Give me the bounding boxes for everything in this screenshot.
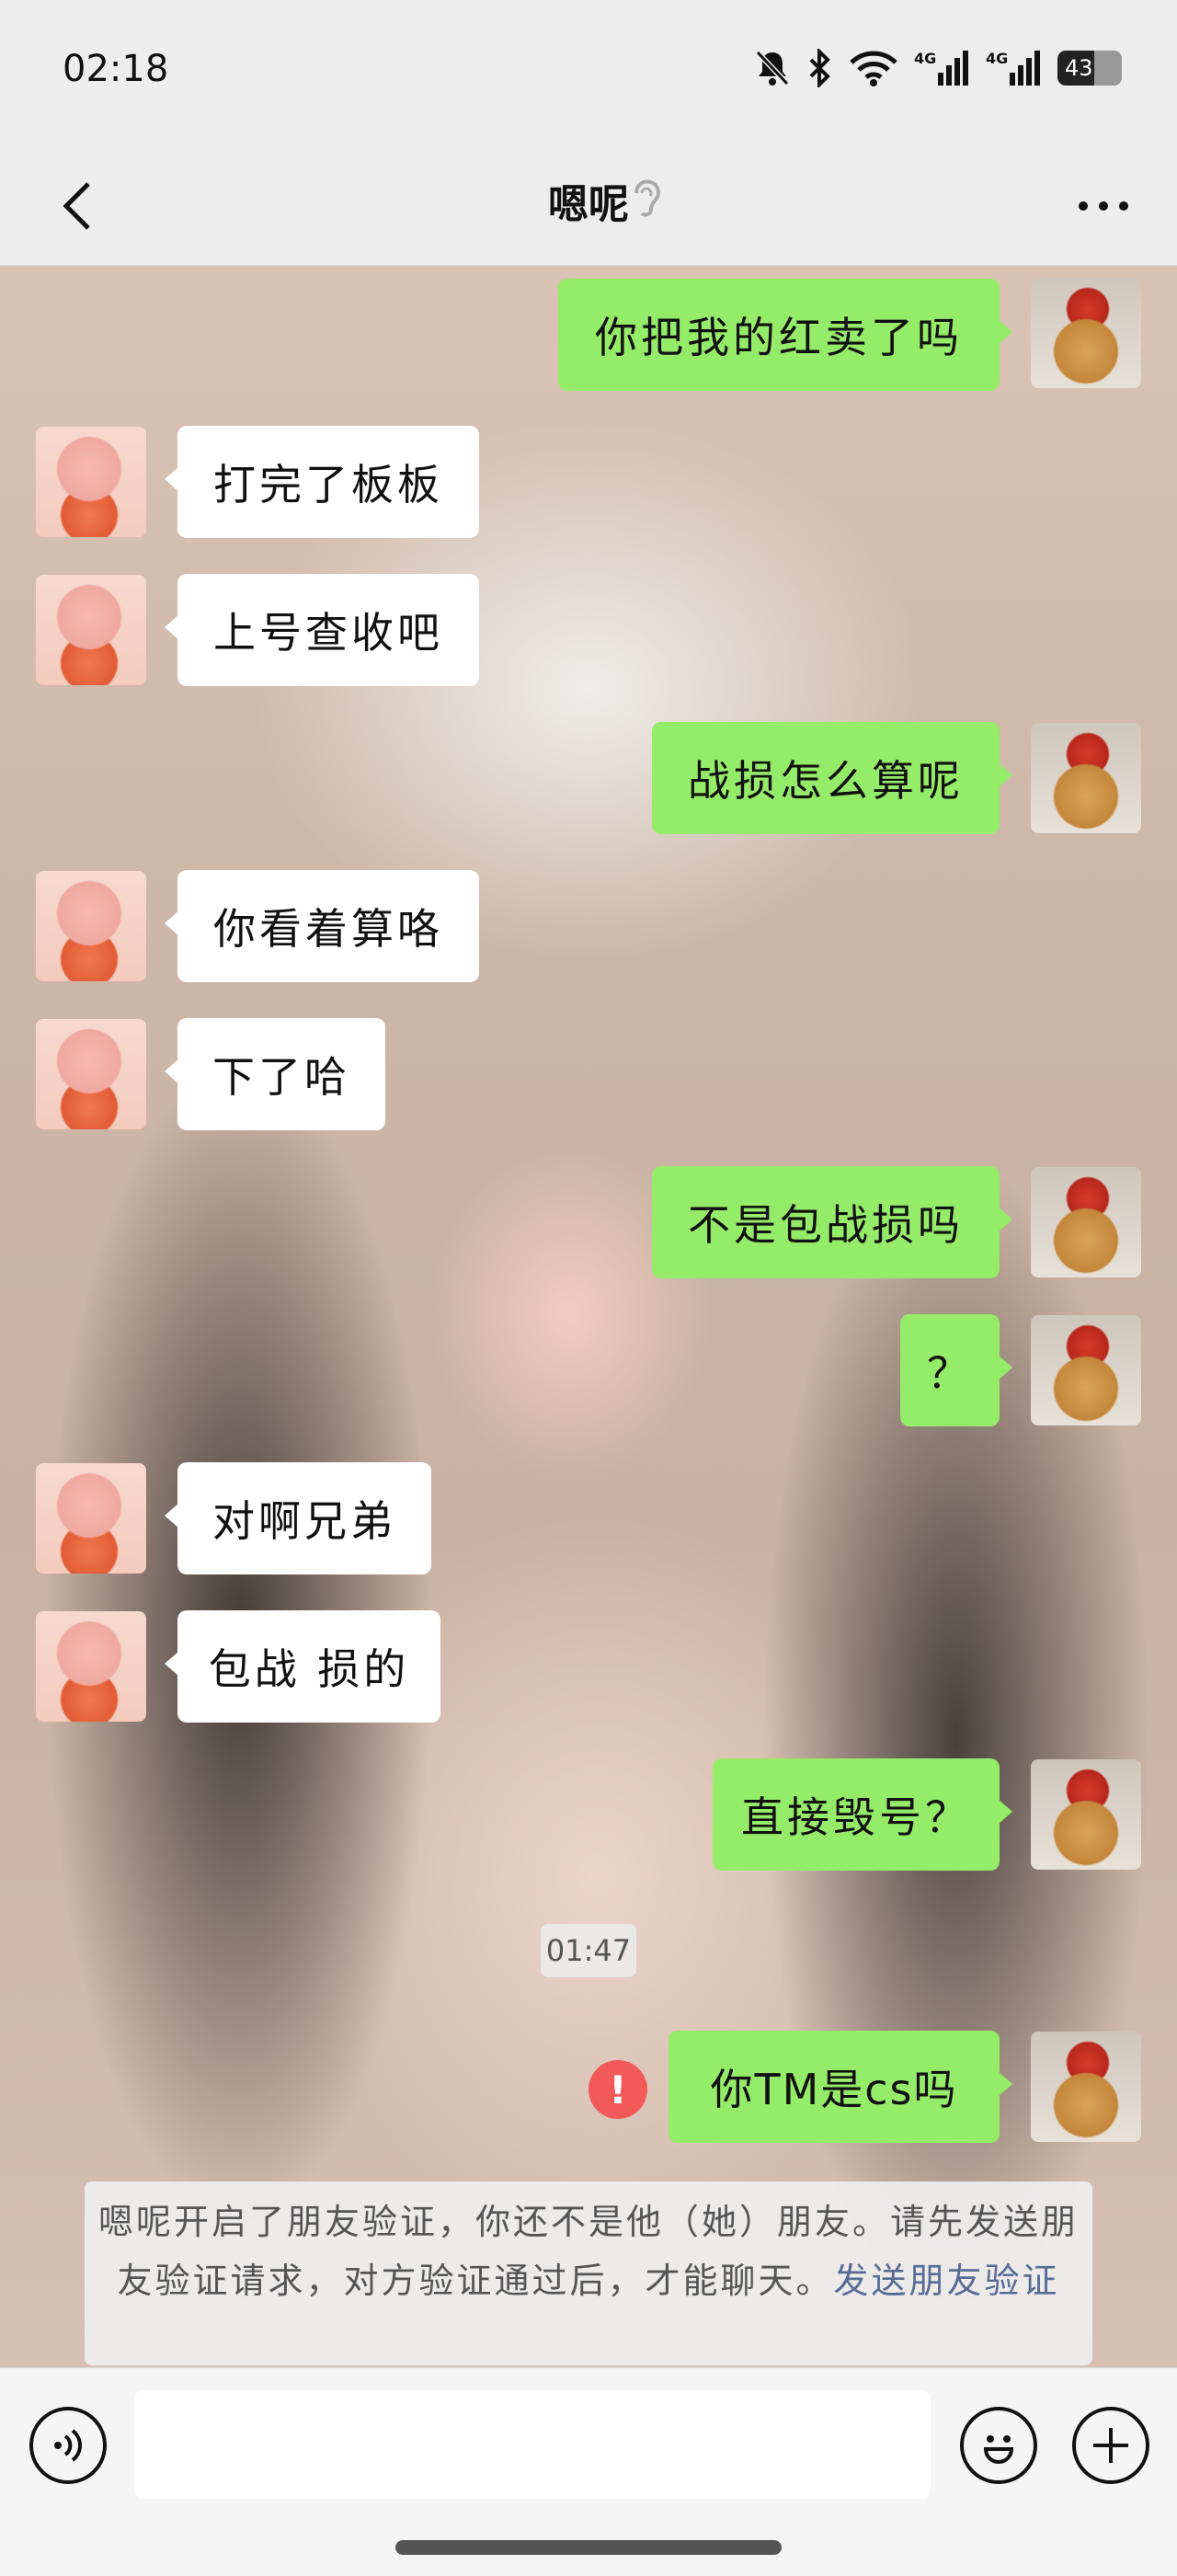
emoji-button[interactable] <box>960 2407 1037 2484</box>
contact-avatar[interactable] <box>36 1019 146 1129</box>
my-avatar[interactable] <box>1031 1167 1141 1277</box>
message-bubble[interactable]: 不是包战损吗 <box>652 1166 1012 1278</box>
contact-avatar[interactable] <box>36 575 146 685</box>
status-icons: 4G 4G 43 <box>754 48 1122 88</box>
message-bubble[interactable]: 打完了板板 <box>165 426 479 538</box>
voice-mode-button[interactable] <box>29 2407 107 2484</box>
signal-4g-icon-2: 4G <box>986 49 1041 87</box>
net1-label: 4G <box>914 50 936 67</box>
battery-level: 43 <box>1065 55 1093 81</box>
more-dots-icon <box>1079 201 1128 211</box>
mute-bell-icon <box>754 49 791 87</box>
voice-wave-icon <box>54 2429 82 2462</box>
message-bubble[interactable]: 你TM是cs吗 <box>668 2031 1012 2143</box>
chat-title: 嗯呢 <box>548 181 629 228</box>
input-bar <box>0 2367 1177 2576</box>
message-bubble[interactable]: 包战 损的 <box>165 1610 440 1723</box>
contact-avatar[interactable] <box>36 1611 146 1722</box>
net2-label: 4G <box>986 50 1008 67</box>
contact-avatar[interactable] <box>36 871 146 981</box>
send-verification-link[interactable]: 发送朋友验证 <box>834 2261 1060 2301</box>
message-bubble[interactable]: 战损怎么算呢 <box>652 722 1012 834</box>
message-bubble[interactable]: 下了哈 <box>165 1018 385 1130</box>
message-bubble[interactable]: 你把我的红卖了吗 <box>558 279 1012 391</box>
wifi-icon <box>850 50 897 86</box>
plus-icon <box>1093 2428 1128 2463</box>
contact-avatar[interactable] <box>36 1463 146 1574</box>
contact-avatar[interactable] <box>36 427 146 537</box>
smiley-icon <box>983 2435 1014 2464</box>
message-bubble[interactable]: 对啊兄弟 <box>165 1462 431 1574</box>
home-indicator[interactable] <box>395 2540 782 2555</box>
my-avatar[interactable] <box>1031 1759 1141 1870</box>
my-avatar[interactable] <box>1031 2032 1141 2142</box>
chat-header: 嗯呢 <box>0 147 1177 266</box>
more-functions-button[interactable] <box>1072 2407 1149 2484</box>
battery-icon: 43 <box>1057 51 1122 86</box>
my-avatar[interactable] <box>1031 278 1141 388</box>
message-input[interactable] <box>134 2390 931 2499</box>
chat-background <box>0 266 1177 2367</box>
status-time: 02:18 <box>63 48 169 90</box>
bluetooth-icon <box>807 49 833 87</box>
my-avatar[interactable] <box>1031 723 1141 833</box>
send-failed-icon[interactable]: ! <box>588 2060 647 2119</box>
my-avatar[interactable] <box>1031 1315 1141 1425</box>
friend-verification-notice: 嗯呢开启了朋友验证，你还不是他（她）朋友。请先发送朋友验证请求，对方验证通过后，… <box>85 2181 1092 2365</box>
message-timestamp: 01:47 <box>541 1924 636 1977</box>
earpiece-mode-icon <box>629 177 662 224</box>
message-bubble[interactable]: ？ <box>900 1314 1012 1426</box>
more-options-button[interactable] <box>1067 169 1140 243</box>
message-bubble[interactable]: 上号查收吧 <box>165 574 479 686</box>
message-bubble[interactable]: 直接毁号？ <box>713 1758 1012 1871</box>
message-bubble[interactable]: 你看着算咯 <box>165 870 479 982</box>
status-bar: 02:18 4G 4G 43 <box>0 0 1177 147</box>
signal-4g-icon: 4G <box>914 49 969 87</box>
